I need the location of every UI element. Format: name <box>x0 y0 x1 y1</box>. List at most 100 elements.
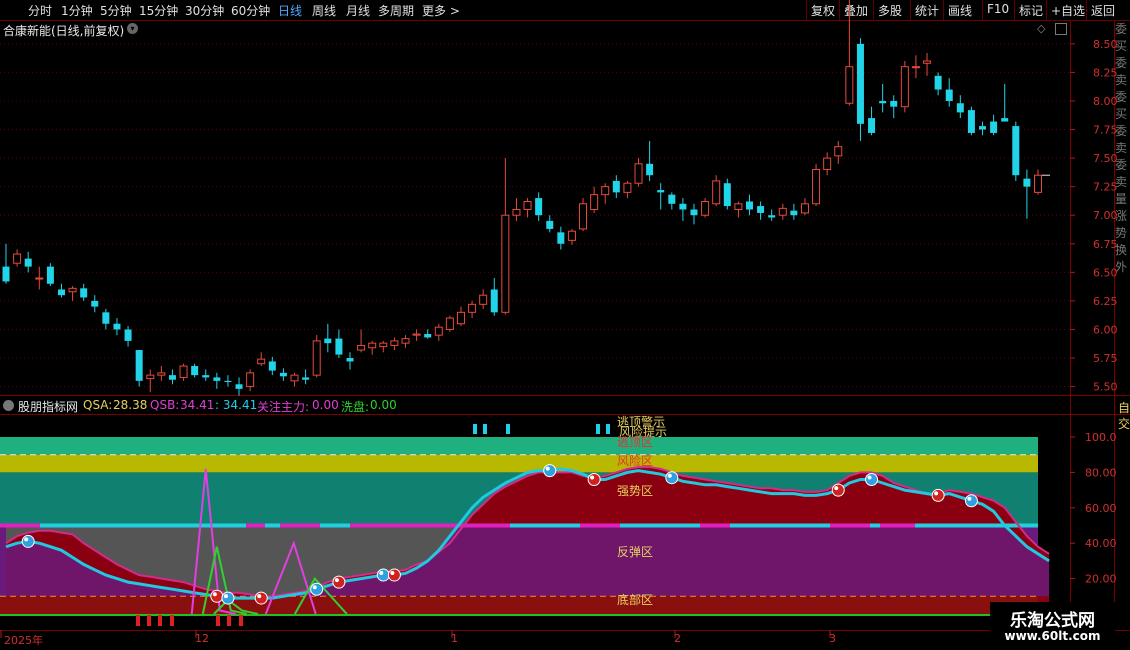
signal-ball-body <box>376 568 390 582</box>
candle-body-down <box>302 377 310 380</box>
top-signal-bar <box>596 424 600 434</box>
zone-label: 风险提示 <box>619 424 667 439</box>
candle-body-down <box>102 312 110 324</box>
zone-band <box>0 437 1038 455</box>
window-icon[interactable] <box>1055 23 1067 35</box>
candle-body-up <box>823 157 832 171</box>
zhuli-label: 关注主力: <box>257 400 310 414</box>
candle-body-down <box>535 198 543 216</box>
ind-tick-label: 100.0 <box>1085 431 1117 444</box>
price-tick-label: 8.00 <box>1093 95 1118 108</box>
candle-body-up <box>579 203 588 230</box>
xipan-label: 洗盘: <box>341 400 370 414</box>
candle-body-up <box>712 180 721 205</box>
period-tab-0[interactable]: 分时 <box>28 2 52 19</box>
candle-body-down <box>1012 126 1020 176</box>
candle-body-down <box>324 338 332 344</box>
signal-ball-highlight <box>967 496 972 501</box>
candle-body-down <box>557 232 565 244</box>
chevron-down-icon[interactable]: ▾ <box>127 23 138 34</box>
gray-area <box>6 525 495 597</box>
candle-body-down <box>956 103 964 113</box>
candle-body-down <box>757 206 765 213</box>
top-toolbar: 分时 1分钟 5分钟 15分钟 30分钟 60分钟 日线 周线 月线 多周期 更多 > 复权 叠加 多股统… <box>0 0 1130 21</box>
candle-body-up <box>146 374 155 380</box>
toolbar-action-6[interactable]: 标记 <box>1019 2 1043 19</box>
candle-body-up <box>179 365 188 378</box>
signal-ball-blue <box>964 494 978 508</box>
candle-body-up <box>911 66 920 69</box>
signal-ball-highlight <box>24 537 29 542</box>
period-tab-5[interactable]: 60分钟 <box>231 2 270 19</box>
spike-line <box>264 540 317 615</box>
price-tick-label: 6.25 <box>1093 295 1118 308</box>
candle-body-down <box>168 375 176 380</box>
toolbar-action-7[interactable]: +自选 <box>1051 2 1085 19</box>
candle-body-up <box>312 340 321 376</box>
qsa-label: QSA: <box>83 398 113 412</box>
period-tab-8[interactable]: 月线 <box>346 2 370 19</box>
candle-body-down <box>235 384 243 389</box>
candle-body-down <box>690 209 698 216</box>
period-tab-7[interactable]: 周线 <box>312 2 336 19</box>
indicator-menu-icon[interactable] <box>3 400 14 411</box>
period-tab-3[interactable]: 15分钟 <box>139 2 178 19</box>
candle-body-up <box>434 326 443 336</box>
signal-ball-red <box>587 472 601 486</box>
signal-ball-red <box>931 488 945 502</box>
signal-ball-body <box>221 591 235 605</box>
bottom-signal-bar <box>136 615 140 626</box>
top-signal-bar <box>473 424 477 434</box>
bottom-signal-bar <box>147 615 151 626</box>
signal-ball-highlight <box>590 475 595 480</box>
candle-body-up <box>445 317 454 330</box>
bottom-signal-bar <box>227 615 231 626</box>
ind-tick-label: 40.00 <box>1085 537 1117 550</box>
toolbar-action-8[interactable]: 返回 <box>1091 2 1115 19</box>
indicator-bg <box>0 437 1038 614</box>
zone-label: 逃顶区 <box>617 435 653 449</box>
toolbar-action-0[interactable]: 复权 <box>811 2 835 19</box>
toolbar-action-2[interactable]: 多股 <box>878 2 902 19</box>
zone-band <box>0 525 1038 597</box>
period-tab-1[interactable]: 1分钟 <box>61 2 93 19</box>
candle-body-down <box>335 338 343 355</box>
period-tab-2[interactable]: 5分钟 <box>100 2 132 19</box>
period-tab-4[interactable]: 30分钟 <box>185 2 224 19</box>
candle-body-down <box>490 289 498 313</box>
toolbar-divider <box>943 0 944 20</box>
bottom-signal-bar <box>158 615 162 626</box>
candle-body-down <box>57 289 65 296</box>
signal-ball-blue <box>221 591 235 605</box>
candle-body-up <box>590 194 599 210</box>
toolbar-divider <box>910 0 911 20</box>
toolbar-action-3[interactable]: 统计 <box>915 2 939 19</box>
toolbar-divider <box>982 0 983 20</box>
signal-ball-highlight <box>223 594 228 599</box>
toolbar-action-4[interactable]: 画线 <box>948 2 972 19</box>
xipan-value: 0.00 <box>370 398 397 412</box>
zone-label: 底部区 <box>617 592 653 607</box>
candle-body-down <box>723 183 731 207</box>
candle-body-down <box>80 288 88 298</box>
x-tick-label: 2 <box>674 632 681 645</box>
price-tick-label: 5.75 <box>1093 352 1118 365</box>
toolbar-action-5[interactable]: F10 <box>987 2 1009 16</box>
diamond-icon[interactable]: ◇ <box>1037 22 1045 35</box>
toolbar-action-1[interactable]: 叠加 <box>844 2 868 19</box>
candle-body-down <box>745 201 753 210</box>
signal-ball-highlight <box>212 592 217 597</box>
candle-body-up <box>456 311 465 325</box>
candle-body-up <box>900 66 909 108</box>
signal-ball-highlight <box>379 571 384 576</box>
zone-band <box>0 596 1038 614</box>
period-tab-9[interactable]: 多周期 <box>378 2 414 19</box>
signal-ball-body <box>587 472 601 486</box>
candle-body-up <box>379 342 388 348</box>
chart-title: 合康新能(日线,前复权) <box>3 24 125 38</box>
period-tab-6[interactable]: 日线 <box>278 2 302 19</box>
signal-ball-highlight <box>667 473 672 478</box>
signal-ball-highlight <box>934 491 939 496</box>
candle-body-up <box>468 303 477 313</box>
period-tab-10[interactable]: 更多 > <box>422 2 460 19</box>
